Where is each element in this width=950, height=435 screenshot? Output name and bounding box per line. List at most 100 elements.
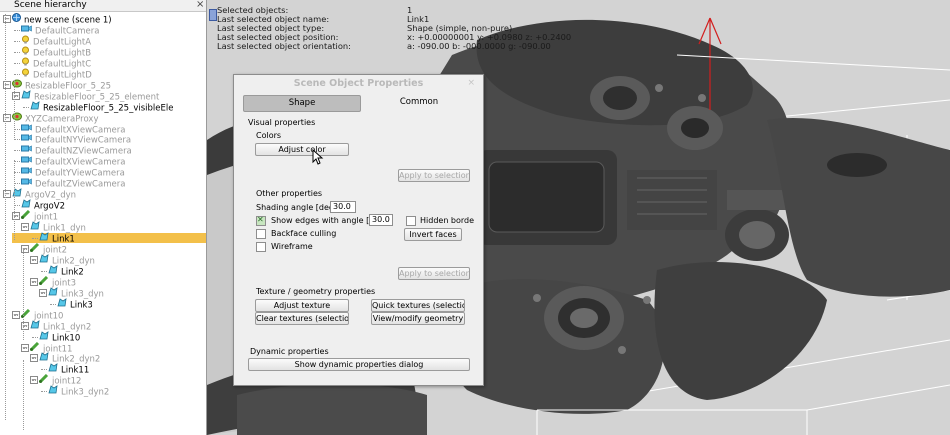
dynamic-properties-heading: Dynamic properties — [250, 347, 329, 356]
tree-item[interactable]: XYZCameraProxy — [12, 112, 206, 124]
tree-connector — [23, 106, 29, 108]
backface-culling-label: Backface culling — [271, 229, 337, 238]
tree-connector — [23, 227, 29, 229]
tree-item[interactable]: Link2 — [48, 265, 206, 277]
tree-connector — [14, 40, 20, 42]
show-dynamic-properties-button[interactable]: Show dynamic properties dialog — [248, 358, 470, 371]
clear-textures-button[interactable]: Clear textures (selection) — [255, 312, 349, 325]
tree-item[interactable]: joint12 — [38, 374, 206, 387]
tree-connector — [32, 281, 38, 283]
tree-item[interactable]: new scene (scene 1) — [12, 13, 206, 26]
show-edges-label: Show edges with angle [de — [271, 216, 380, 225]
tree-item[interactable]: Link10 — [39, 330, 206, 343]
view-modify-geometry-button[interactable]: View/modify geometry — [371, 312, 465, 325]
tree-item[interactable]: DefaultLightB — [21, 46, 206, 58]
texture-geometry-heading: Texture / geometry properties — [256, 287, 376, 296]
tree-guide-line — [23, 360, 24, 430]
tree-connector — [32, 259, 38, 261]
adjust-texture-button[interactable]: Adjust texture — [255, 299, 349, 312]
tree-item[interactable]: DefaultNYViewCamera — [21, 134, 206, 146]
tab-shape[interactable]: Shape — [243, 95, 361, 112]
tree-item[interactable]: Link1 — [12, 232, 206, 245]
shape-icon — [48, 363, 58, 375]
camera-icon — [21, 177, 32, 189]
tree-item[interactable]: DefaultNZViewCamera — [21, 145, 206, 157]
other-properties-heading: Other properties — [256, 189, 323, 198]
shape-icon — [30, 100, 40, 113]
wireframe-checkbox[interactable] — [256, 242, 266, 252]
tree-item[interactable]: Link1_dyn2 — [30, 319, 206, 332]
info-value: a: -090.00 b: -000.0000 g: -090.00 — [407, 41, 551, 51]
tree-item[interactable]: joint1 — [20, 210, 206, 223]
tree-item[interactable]: Link11 — [48, 363, 206, 376]
tree-item[interactable]: joint3 — [38, 275, 206, 288]
quick-textures-button[interactable]: Quick textures (selection) — [371, 299, 465, 312]
tree-connector — [14, 314, 20, 316]
info-key: Last selected object orientation: — [217, 41, 351, 51]
tree-connector — [50, 303, 56, 305]
tree-guide-line — [14, 160, 15, 240]
tree-item[interactable]: DefaultXViewCamera — [21, 156, 206, 168]
tree-guide-line — [23, 250, 24, 340]
tree-item[interactable]: DefaultLightD — [21, 68, 206, 80]
tree-item[interactable]: DefaultLightA — [21, 35, 206, 47]
edge-angle-input[interactable]: 30.0 — [369, 214, 393, 226]
globe-icon — [12, 13, 21, 25]
backface-culling-checkbox[interactable] — [256, 229, 266, 239]
scene-hierarchy-panel: Scene hierarchy × new scene (scene 1) − De… — [0, 0, 207, 435]
tree-item[interactable]: Link2_dyn — [39, 254, 206, 266]
scene-hierarchy-header: Scene hierarchy × — [0, 0, 206, 12]
apply-to-selection-button[interactable]: Apply to selection — [398, 169, 470, 182]
scene-object-properties-dialog: Scene Object Properties × Shape Common V… — [233, 74, 484, 386]
tree-item[interactable]: joint11 — [29, 341, 206, 354]
tree-item[interactable]: ResizableFloor_5_25_element — [21, 89, 206, 102]
tree-connector — [41, 391, 47, 393]
light-icon — [21, 68, 30, 80]
tree-item[interactable]: DefaultCamera — [21, 25, 206, 36]
dialog-title: Scene Object Properties — [293, 78, 424, 89]
tree-item[interactable]: Link3_dyn — [48, 286, 206, 299]
tree-item[interactable]: DefaultZViewCamera — [21, 177, 206, 190]
tree-item[interactable]: DefaultLightC — [21, 57, 206, 69]
mouse-cursor-icon — [312, 149, 324, 165]
tree-connector — [32, 380, 38, 382]
tree-item[interactable]: ResizableFloor_5_25_visibleEle — [30, 100, 206, 113]
shape-icon — [39, 232, 49, 244]
tree-connector — [41, 369, 47, 371]
info-toggle-button[interactable] — [209, 9, 217, 21]
tree-item[interactable]: ArgoV2_dyn — [12, 188, 206, 201]
shape-icon — [57, 297, 67, 310]
close-icon[interactable]: × — [196, 0, 204, 11]
tab-common[interactable]: Common — [364, 95, 474, 110]
hidden-border-checkbox[interactable] — [406, 216, 416, 226]
show-edges-checkbox[interactable] — [256, 215, 266, 226]
tree-connector — [14, 73, 20, 75]
tree-item[interactable]: joint10 — [20, 308, 206, 321]
shape-icon — [39, 330, 49, 343]
tree-connector — [14, 150, 20, 152]
adjust-color-button[interactable]: Adjust color — [255, 143, 349, 156]
close-icon[interactable]: × — [467, 78, 475, 88]
tree-item[interactable]: Link2_dyn2 — [39, 352, 206, 365]
tree-item[interactable]: Link1_dyn — [30, 221, 206, 234]
tree-item-label: Link3_dyn2 — [61, 387, 110, 398]
apply-to-selection-button[interactable]: Apply to selection — [398, 267, 470, 280]
tree-item[interactable]: DefaultXViewCamera — [21, 124, 206, 135]
tree-item[interactable]: Link3_dyn2 — [48, 385, 206, 398]
shading-angle-input[interactable]: 30.0 — [330, 201, 356, 213]
invert-faces-button[interactable]: Invert faces — [404, 228, 462, 241]
tree-item[interactable]: joint2 — [29, 242, 206, 255]
tree-item[interactable]: ArgoV2 — [21, 199, 206, 212]
tree-item[interactable]: Link3 — [57, 297, 206, 310]
tree-guide-line — [14, 80, 15, 140]
tree-item[interactable]: ResizableFloor_5_25 — [12, 79, 206, 91]
wireframe-label: Wireframe — [271, 242, 313, 251]
tree-connector — [32, 336, 38, 338]
shape-icon — [48, 385, 58, 397]
tree-item[interactable]: DefaultYViewCamera — [21, 167, 206, 179]
tree-connector — [23, 347, 29, 349]
tree-connector — [14, 51, 20, 53]
tree-connector — [32, 358, 38, 360]
visual-properties-heading: Visual properties — [248, 118, 316, 127]
tree-guide-line — [5, 14, 6, 420]
